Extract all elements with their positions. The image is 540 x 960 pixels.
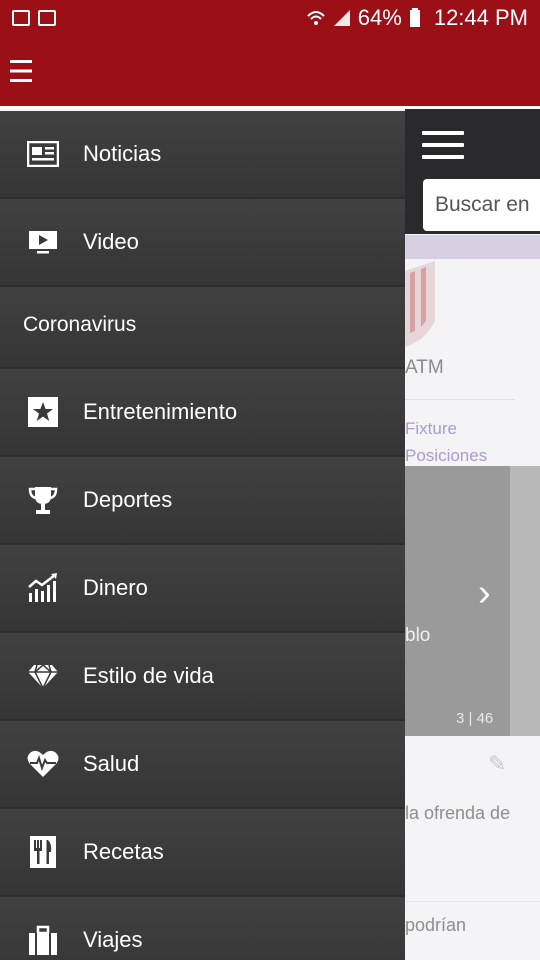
wifi-icon	[306, 8, 326, 28]
drawer-item-estilo-de-vida[interactable]: Estilo de vida	[0, 633, 405, 721]
navigation-drawer: Noticias Video Coronavirus Entretenimien…	[0, 111, 405, 960]
drawer-item-noticias[interactable]: Noticias	[0, 111, 405, 199]
newspaper-icon	[27, 138, 59, 170]
system-indicators: 64% 12:44 PM	[306, 5, 540, 31]
battery-icon	[408, 8, 428, 28]
drawer-item-video[interactable]: Video	[0, 199, 405, 287]
chart-icon	[27, 572, 59, 604]
gallery-next-area[interactable]	[510, 466, 540, 736]
search-input[interactable]: Buscar en	[423, 179, 540, 231]
pencil-icon[interactable]: ✎	[488, 751, 506, 777]
drawer-item-label: Noticias	[83, 141, 162, 166]
clock: 12:44 PM	[433, 5, 528, 30]
drawer-item-label: Salud	[83, 751, 140, 776]
photo-counter: 3 | 46	[456, 710, 494, 727]
drawer-item-salud[interactable]: Salud	[0, 721, 405, 809]
drawer-section-coronavirus[interactable]: Coronavirus	[0, 287, 405, 369]
luggage-icon	[27, 924, 59, 956]
team-abbrev: ATM	[405, 357, 444, 378]
drawer-item-entretenimiento[interactable]: Entretenimiento	[0, 369, 405, 457]
trophy-icon	[27, 484, 59, 516]
content-divider-2	[405, 901, 540, 902]
star-icon	[27, 396, 59, 428]
drawer-item-label: Estilo de vida	[83, 663, 214, 688]
heart-pulse-icon	[27, 748, 59, 780]
fork-knife-icon	[27, 836, 59, 868]
image-notification-icon	[12, 10, 30, 26]
drawer-item-dinero[interactable]: Dinero	[0, 545, 405, 633]
drawer-item-label: Recetas	[83, 839, 164, 864]
menu-icon[interactable]	[10, 58, 32, 84]
battery-percent: 64%	[357, 5, 402, 30]
photo-caption: blo	[405, 625, 431, 646]
content-menu-icon[interactable]	[422, 131, 464, 161]
drawer-item-label: Deportes	[83, 487, 173, 512]
notification-icons	[0, 10, 56, 26]
standings-link[interactable]: Posiciones	[405, 446, 487, 466]
status-bar: 64% 12:44 PM	[0, 0, 540, 36]
content-band	[405, 235, 540, 259]
signal-icon	[332, 8, 352, 28]
fixture-link[interactable]: Fixture	[405, 419, 457, 439]
drawer-item-label: Dinero	[83, 575, 148, 600]
drawer-item-label: Video	[83, 229, 139, 254]
drawer-item-label: Entretenimiento	[83, 399, 238, 424]
drawer-item-label: Viajes	[83, 927, 143, 952]
drawer-item-recetas[interactable]: Recetas	[0, 809, 405, 897]
diamond-icon	[27, 660, 59, 692]
chevron-right-icon[interactable]: ›	[478, 572, 491, 615]
content-divider	[405, 399, 515, 400]
team-logo	[405, 261, 435, 347]
section-label: Coronavirus	[23, 313, 137, 336]
drawer-item-viajes[interactable]: Viajes	[0, 897, 405, 960]
video-icon	[27, 226, 59, 258]
app-bar	[0, 36, 540, 106]
chat-notification-icon	[38, 10, 56, 26]
drawer-item-deportes[interactable]: Deportes	[0, 457, 405, 545]
article-snippet[interactable]: la ofrenda de	[405, 803, 510, 824]
article-snippet-2[interactable]: podrían	[405, 915, 466, 936]
